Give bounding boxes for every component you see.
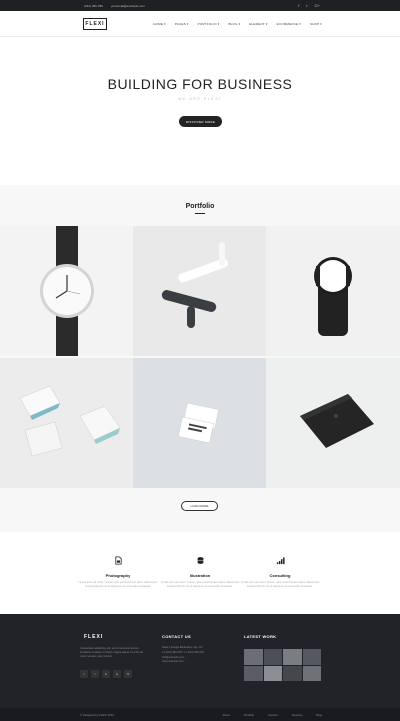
packaging-image xyxy=(19,385,121,457)
portfolio-item-packaging[interactable] xyxy=(0,358,133,488)
portfolio-item-watch[interactable] xyxy=(0,226,133,356)
service-desc: Ut wisi enim ad minim veniam, quis nostr… xyxy=(160,581,240,588)
nav-element[interactable]: ELEMENT ▾ xyxy=(249,22,267,26)
service-title: Consulting xyxy=(269,573,291,578)
bar-chart-icon xyxy=(276,557,285,565)
copyright-text: © Designed by FLEXI 2016. xyxy=(80,713,115,717)
facebook-icon[interactable]: f xyxy=(80,670,88,678)
service-desc: Ut wisi enim ad minim veniam, quis nostr… xyxy=(240,581,320,588)
portfolio-item-folder[interactable] xyxy=(266,358,400,488)
portfolio-item-business-cards[interactable] xyxy=(133,358,266,488)
work-thumbnail[interactable] xyxy=(263,665,282,681)
folder-image xyxy=(300,394,374,448)
business-cards-image xyxy=(177,402,220,444)
nav-home[interactable]: HOME ▾ xyxy=(153,22,166,26)
bottom-bar: © Designed by FLEXI 2016. About Portfoli… xyxy=(0,708,400,721)
bottom-link-blog[interactable]: Blog xyxy=(316,713,322,717)
hero-subtitle: WE ARE FLEXI xyxy=(178,97,222,101)
service-consulting: Consulting Ut wisi enim ad minim veniam,… xyxy=(240,552,320,588)
bottom-link-portfolio[interactable]: Portfolio xyxy=(244,713,254,717)
bottom-link-about[interactable]: About xyxy=(222,713,229,717)
logo[interactable]: FLEXI xyxy=(83,18,107,30)
contact-phone: +1 (012) 345 678 / +1 (012) 345 678 xyxy=(162,650,204,654)
footer-about: Consectetur adipiscing elit, sed do eius… xyxy=(80,647,143,658)
twitter-icon[interactable]: t xyxy=(91,670,99,678)
work-thumbnail[interactable] xyxy=(244,649,263,665)
discover-more-button[interactable]: DISCOVER MORE xyxy=(179,116,222,127)
email-text[interactable]: youremail@example.com xyxy=(111,4,145,8)
speaker-image xyxy=(314,257,352,336)
work-thumbnail[interactable] xyxy=(283,649,302,665)
hero-section: BUILDING FOR BUSINESS WE ARE FLEXI DISCO… xyxy=(0,37,400,185)
work-thumbnail[interactable] xyxy=(302,649,321,665)
work-thumbnail[interactable] xyxy=(283,665,302,681)
work-thumbnail[interactable] xyxy=(263,649,282,665)
contact-heading: CONTACT US xyxy=(162,634,191,639)
bottom-link-services[interactable]: Services xyxy=(292,713,303,717)
twitter-icon[interactable]: t xyxy=(306,3,307,8)
portfolio-title: Portfolio xyxy=(185,203,215,210)
load-more-button[interactable]: LOAD MORE xyxy=(181,501,218,511)
main-menu: HOME ▾ PAGES ▾ PORTFOLIO ▾ BLOG ▾ ELEMEN… xyxy=(153,22,322,26)
nav-pages[interactable]: PAGES ▾ xyxy=(175,22,189,26)
work-thumbnail[interactable] xyxy=(302,665,321,681)
work-thumbnail[interactable] xyxy=(244,665,263,681)
bottom-link-contact[interactable]: Contact xyxy=(268,713,278,717)
topbar: (012) 456-789 youremail@example.com f t … xyxy=(0,0,400,11)
facebook-icon[interactable]: f xyxy=(298,3,299,8)
latest-work-grid xyxy=(244,649,321,681)
handles-image xyxy=(161,242,229,328)
nav-shop[interactable]: SHOP ▾ xyxy=(310,22,322,26)
contact-info: Suite 1 Google Boulevard, City, CA +1 (0… xyxy=(162,646,204,665)
service-illustration: Illustration Ut wisi enim ad minim venia… xyxy=(160,552,240,588)
contact-website[interactable]: www.example.com xyxy=(162,660,204,665)
bottom-links: About Portfolio Contact Services Blog xyxy=(222,713,322,717)
nav-ecommerce[interactable]: ECOMMERCE ▾ xyxy=(277,22,301,26)
nav-blog[interactable]: BLOG ▾ xyxy=(228,22,240,26)
google-icon[interactable]: G xyxy=(113,670,121,678)
service-title: Illustration xyxy=(189,573,211,578)
footer: FLEXI Consectetur adipiscing elit, sed d… xyxy=(0,614,400,708)
linkedin-icon[interactable]: in xyxy=(102,670,110,678)
mail-icon[interactable]: ✉ xyxy=(124,670,132,678)
services-section: Photography Ut wisi enim ad minim veniam… xyxy=(0,532,400,614)
nav-portfolio[interactable]: PORTFOLIO ▾ xyxy=(198,22,220,26)
footer-social: f t in G ✉ xyxy=(80,670,132,678)
database-icon xyxy=(197,557,203,564)
portfolio-item-handles[interactable] xyxy=(133,226,266,356)
main-navbar: FLEXI HOME ▾ PAGES ▾ PORTFOLIO ▾ BLOG ▾ … xyxy=(0,11,400,37)
phone-text: (012) 456-789 xyxy=(84,4,103,8)
google-plus-icon[interactable]: G+ xyxy=(315,3,320,8)
service-title: Photography xyxy=(105,573,131,578)
hero-title: BUILDING FOR BUSINESS xyxy=(107,76,293,92)
title-underline xyxy=(195,213,205,214)
portfolio-item-speaker[interactable] xyxy=(266,226,400,356)
watch-image xyxy=(40,226,94,356)
footer-logo[interactable]: FLEXI xyxy=(84,634,103,640)
service-photography: Photography Ut wisi enim ad minim veniam… xyxy=(78,552,158,588)
latest-work-heading: LATEST WORK xyxy=(244,634,277,639)
photo-icon xyxy=(114,556,122,565)
service-desc: Ut wisi enim ad minim veniam, quis nostr… xyxy=(78,581,158,588)
